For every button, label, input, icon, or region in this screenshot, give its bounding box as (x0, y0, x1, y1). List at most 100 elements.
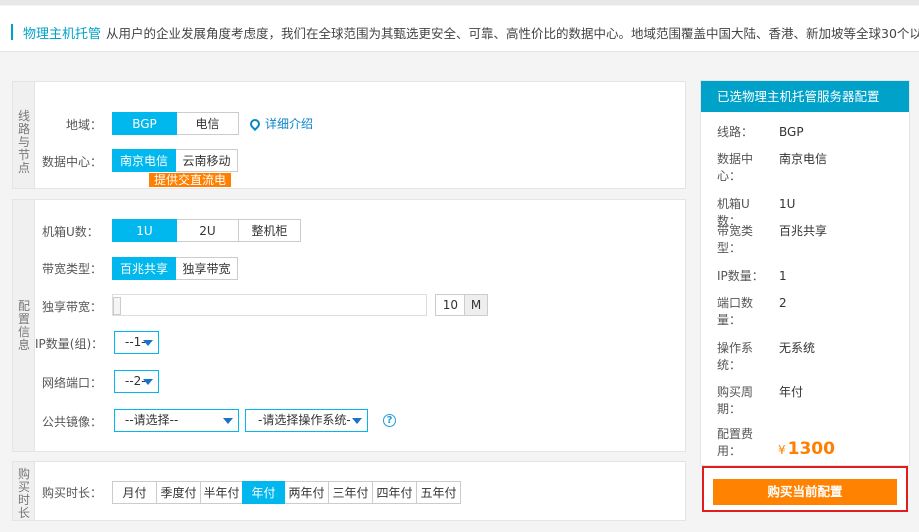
region-label: 地域： (66, 118, 103, 132)
dedicated-bandwidth-input[interactable]: 10 (435, 294, 465, 316)
detail-link-label: 详细介绍 (265, 117, 314, 131)
datacenter-option-yunnan[interactable]: 云南移动 (175, 149, 238, 172)
duration-panel: 购 买 时 长 购买时长： 月付 季度付 半年付 年付 两年付 三年付 四年付 … (12, 461, 686, 521)
route-panel: 线 路 与 节 点 地域： BGP 电信 详细介绍 数据中心： 南京电信 云南移… (12, 81, 686, 189)
summary-header: 已选物理主机托管服务器配置 (701, 81, 909, 112)
chassis-option-1u[interactable]: 1U (112, 219, 177, 242)
summary-value-datacenter: 南京电信 (779, 152, 828, 166)
help-icon[interactable]: ? (383, 414, 396, 427)
bandwidth-type-selector: 百兆共享 独享带宽 (112, 257, 238, 280)
summary-key-text: 操作系 (717, 341, 754, 355)
duration-option-two-years[interactable]: 两年付 (284, 481, 329, 504)
ip-count-select[interactable]: --1- (114, 331, 159, 354)
duration-option-half-year[interactable]: 半年付 (200, 481, 243, 504)
summary-value-chassis: 1U (779, 197, 796, 211)
intro-banner: 物理主机托管 从用户的企业发展角度考虑度，我们在全球范围为其甄选更安全、可靠、高… (0, 6, 919, 52)
region-option-telecom[interactable]: 电信 (176, 112, 239, 135)
os-select[interactable]: -请选择操作系统- (245, 409, 368, 432)
datacenter-label: 数据中心： (42, 155, 103, 169)
network-port-label: 网络端口： (42, 376, 103, 390)
location-pin-icon (247, 116, 263, 131)
network-port-select[interactable]: --2- (114, 370, 159, 393)
ip-count-label: IP数量(组)： (35, 337, 104, 351)
vlabel-char: 点 (17, 161, 30, 175)
summary-key-text: 型： (717, 241, 742, 255)
dedicated-bandwidth-label: 独享带宽： (42, 300, 103, 314)
datacenter-option-nanjing[interactable]: 南京电信 (112, 149, 176, 172)
page-title: 物理主机托管 (23, 27, 102, 42)
title-accent-bar (11, 24, 13, 40)
detail-link[interactable]: 详细介绍 (247, 115, 314, 132)
duration-option-four-years[interactable]: 四年付 (372, 481, 417, 504)
bandwidth-option-shared[interactable]: 百兆共享 (112, 257, 176, 280)
summary-key-ports: 端口数量： (717, 295, 765, 329)
summary-key-bandwidth: 带宽类型： (717, 223, 765, 257)
dedicated-bandwidth-slider[interactable] (112, 294, 427, 316)
bandwidth-type-label: 带宽类型： (42, 262, 103, 276)
region-option-bgp[interactable]: BGP (112, 112, 177, 135)
summary-key-text: 购买周 (717, 385, 754, 399)
duration-selector: 月付 季度付 半年付 年付 两年付 三年付 四年付 五年付 (112, 481, 461, 504)
page-description: 从用户的企业发展角度考虑度，我们在全球范围为其甄选更安全、可靠、高性价比的数据中… (106, 26, 919, 41)
os-value: -请选择操作系统- (258, 413, 351, 427)
summary-key-text: 配置费 (717, 427, 754, 441)
duration-option-quarterly[interactable]: 季度付 (156, 481, 201, 504)
summary-key-text: 用： (717, 444, 742, 458)
duration-section-label: 购 买 时 长 (13, 462, 35, 520)
summary-key-text: 量： (717, 313, 742, 327)
summary-key-datacenter: 数据中 心： (717, 151, 765, 185)
bandwidth-option-dedicated[interactable]: 独享带宽 (175, 257, 238, 280)
public-image-select[interactable]: --请选择-- (114, 409, 239, 432)
summary-value-ports: 2 (779, 296, 787, 310)
summary-key-period: 购买周期： (717, 384, 765, 418)
chassis-option-rack[interactable]: 整机柜 (238, 219, 301, 242)
summary-value-period: 年付 (779, 385, 804, 399)
datacenter-selector: 南京电信 云南移动 (112, 149, 238, 172)
summary-value-line: BGP (779, 125, 804, 139)
summary-key-text: 数据中 (717, 152, 754, 166)
bandwidth-unit: M (464, 294, 488, 316)
order-summary: 已选物理主机托管服务器配置 线路： BGP 数据中 心： 南京电信 机箱U数： 1… (700, 80, 910, 466)
summary-key-text: IP数量： (717, 269, 764, 283)
region-selector: BGP 电信 (112, 112, 239, 135)
summary-value-os: 无系统 (779, 341, 816, 355)
config-section-label: 配 置 信 息 (13, 200, 35, 451)
top-border (0, 0, 919, 5)
price-amount: 1300 (787, 439, 835, 459)
chevron-down-icon (223, 418, 233, 424)
summary-price: ¥1300 (778, 439, 835, 459)
summary-key-ip: IP数量： (717, 268, 765, 285)
summary-key-os: 操作系统： (717, 340, 765, 374)
config-panel: 配 置 信 息 机箱U数： 1U 2U 整机柜 带宽类型： 百兆共享 独享带宽 … (12, 199, 686, 452)
summary-key-text: 端口数 (717, 296, 754, 310)
duration-option-five-years[interactable]: 五年付 (416, 481, 461, 504)
route-section-label: 线 路 与 节 点 (13, 82, 35, 188)
chassis-selector: 1U 2U 整机柜 (112, 219, 301, 242)
vlabel-char: 长 (17, 506, 30, 520)
buy-button-highlight: 购买当前配置 (702, 466, 908, 512)
duration-option-three-years[interactable]: 三年付 (328, 481, 373, 504)
summary-key-line: 线路： (717, 124, 765, 141)
currency-symbol: ¥ (778, 443, 786, 457)
chassis-label: 机箱U数： (42, 225, 99, 239)
summary-key-text: 线路： (717, 125, 754, 139)
summary-key-text: 期： (717, 402, 742, 416)
chevron-down-icon (143, 340, 153, 346)
duration-option-monthly[interactable]: 月付 (112, 481, 157, 504)
public-image-label: 公共镜像： (42, 415, 103, 429)
chevron-down-icon (352, 418, 362, 424)
summary-key-text: 带宽类 (717, 224, 754, 238)
ac-dc-power-badge: 提供交直流电 (149, 173, 232, 187)
buy-now-button[interactable]: 购买当前配置 (713, 479, 897, 505)
summary-value-ip: 1 (779, 269, 787, 283)
vlabel-char: 息 (17, 338, 30, 352)
summary-value-bandwidth: 百兆共享 (779, 224, 828, 238)
slider-handle[interactable] (113, 297, 121, 315)
public-image-value: --请选择-- (125, 413, 179, 427)
chassis-option-2u[interactable]: 2U (176, 219, 239, 242)
summary-key-text: 统： (717, 358, 742, 372)
chevron-down-icon (143, 379, 153, 385)
duration-label: 购买时长： (42, 486, 103, 500)
summary-key-cost: 配置费用： (717, 426, 765, 460)
duration-option-yearly[interactable]: 年付 (242, 481, 285, 504)
